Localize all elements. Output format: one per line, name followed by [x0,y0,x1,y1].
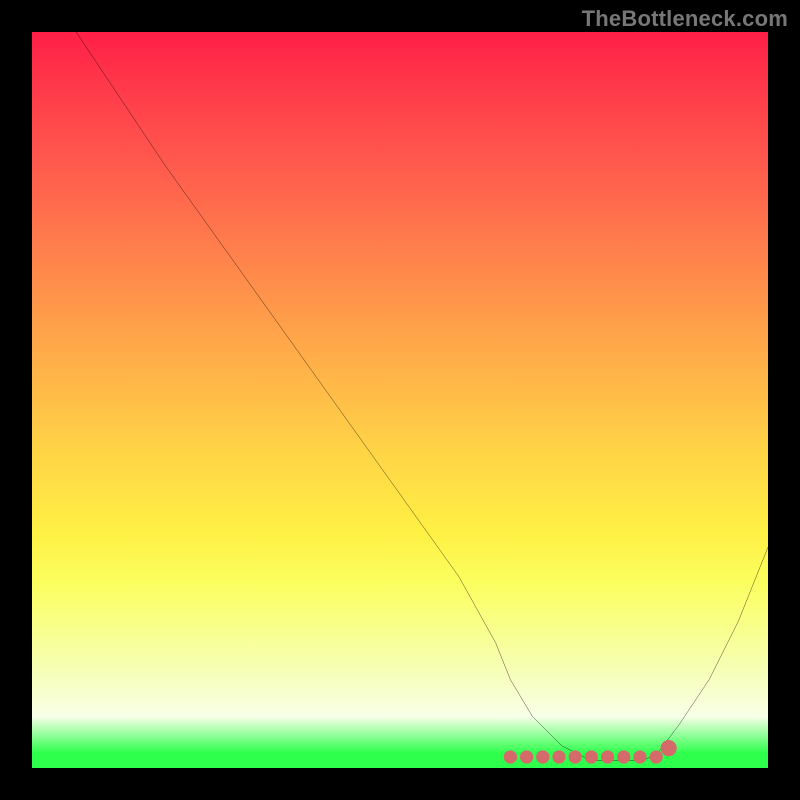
watermark-text: TheBottleneck.com [582,6,788,32]
plot-area [32,32,768,768]
curve-layer [32,32,768,768]
bottleneck-curve [76,32,768,761]
chart-frame: TheBottleneck.com [0,0,800,800]
optimal-band-markers [504,740,677,764]
